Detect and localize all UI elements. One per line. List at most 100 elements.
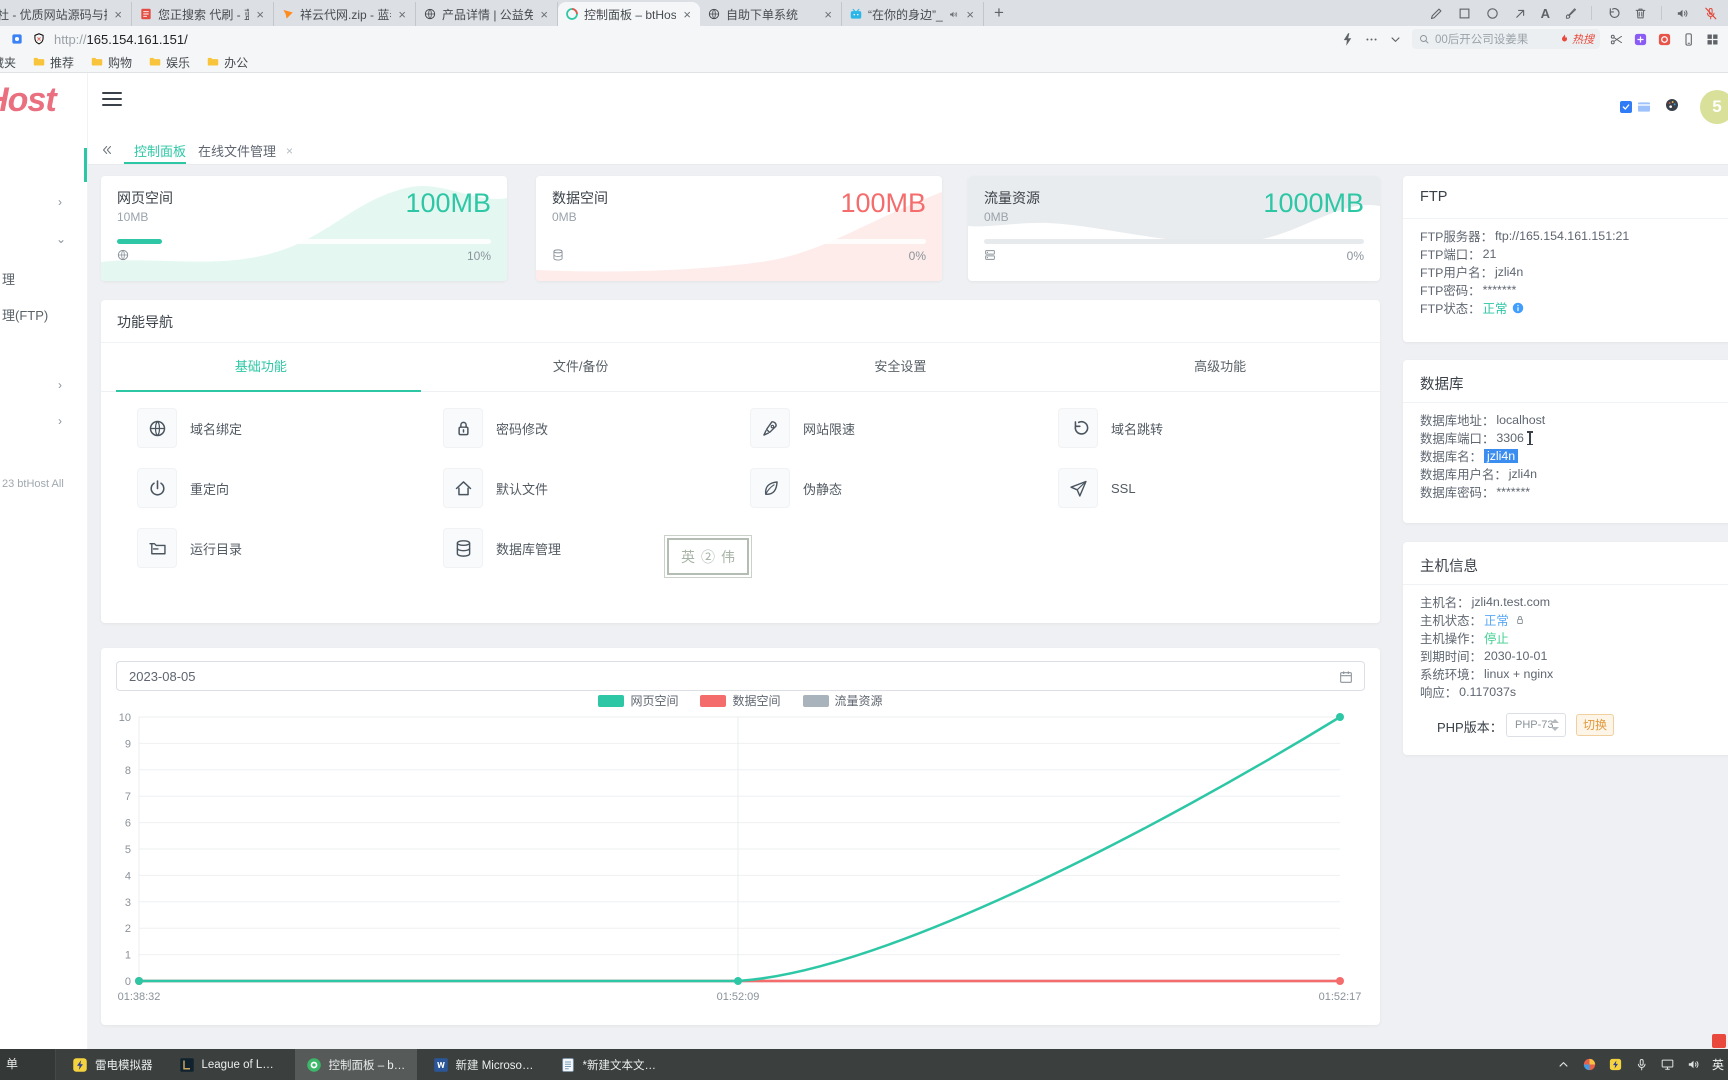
chevron-down-icon[interactable] [1388,32,1403,47]
date-picker-input[interactable]: 2023-08-05 [116,661,1365,691]
chevron-right-icon[interactable]: › [58,414,62,428]
phone-icon[interactable] [1681,32,1696,47]
taskbar-button[interactable]: 雷电模拟器 [61,1049,163,1080]
chevron-up-icon[interactable] [1556,1057,1571,1072]
feature-item[interactable]: 域名绑定 [137,408,242,448]
feature-item[interactable]: 重定向 [137,468,229,508]
taskbar-button[interactable]: 控制面板 – btHost... [295,1049,417,1080]
scissors-icon[interactable] [1609,32,1624,47]
tab-close-icon[interactable]: × [396,7,408,22]
text-tool-icon[interactable]: A [1541,6,1550,21]
mic-icon[interactable] [1634,1057,1649,1072]
info-circle-icon[interactable] [1511,301,1525,315]
taskbar-button[interactable]: League of Legends [168,1049,290,1080]
circle-shape-icon[interactable] [1485,6,1500,21]
purple-app-icon[interactable] [1633,32,1648,47]
search-input[interactable]: 00后开公司设姜果热搜 [1412,29,1600,49]
taskbar-button[interactable]: 新建 Microsoft W... [422,1049,544,1080]
page-tab-file-manager[interactable]: 在线文件管理× [198,141,295,160]
lightning-icon[interactable] [1340,32,1355,47]
taskbar-button[interactable]: *新建文本文档.txt -... [549,1049,671,1080]
browser-tab[interactable]: 产品详情 | 公益免费主机互联× [416,2,558,26]
logo[interactable]: btHost [0,81,88,125]
legend-item[interactable]: 数据空间 [700,692,780,709]
tab-close-icon[interactable]: × [112,7,124,22]
feature-tab[interactable]: 文件/备份 [421,356,741,375]
ld-mini-icon[interactable] [1608,1057,1623,1072]
url-text[interactable]: http://165.154.161.151/ [54,32,188,47]
bookmark-folder[interactable]: 购物 [90,54,132,71]
legend-item[interactable]: 流量资源 [803,692,883,709]
floating-widget[interactable] [1712,1034,1726,1048]
tab-close-icon[interactable]: × [964,7,976,22]
tab-close-icon[interactable]: × [254,7,266,22]
apps-grid-icon[interactable] [1705,32,1720,47]
bookmark-partial[interactable]: 藏夹 [0,54,16,71]
tab-close-icon[interactable]: × [538,7,550,22]
php-switch-button[interactable]: 切换 [1576,714,1614,736]
browser-tab[interactable]: 自助下单系统× [700,2,842,26]
site-app-icon[interactable] [10,32,24,46]
taskbar-partial-button[interactable]: 单 [0,1049,56,1080]
feature-tab[interactable]: 安全设置 [741,356,1061,375]
speaker-icon[interactable] [1675,6,1690,21]
feature-item[interactable]: 默认文件 [443,468,548,508]
date-value[interactable]: 2023-08-05 [129,662,196,692]
monitor-icon[interactable] [1660,1057,1675,1072]
speaker-icon[interactable] [1686,1057,1701,1072]
browser-tab[interactable]: 您正搜索 代刷 - 蓝校社× [132,2,274,26]
feature-item[interactable]: 域名跳转 [1058,408,1163,448]
feature-item[interactable]: 密码修改 [443,408,548,448]
browser-tab[interactable]: 控制面板 – btHost× [558,2,700,26]
ime-indicator[interactable]: 英 [1712,1056,1724,1073]
bookmark-folder[interactable]: 推荐 [32,54,74,71]
feature-item[interactable]: 数据库管理 [443,528,561,568]
chevron-right-icon[interactable]: › [58,378,62,392]
bookmark-folder[interactable]: 娱乐 [148,54,190,71]
tab-close-icon[interactable]: × [681,7,693,22]
menu-toggle-icon[interactable] [102,92,122,106]
feature-item[interactable]: SSL [1058,468,1136,508]
header-card-icon[interactable] [1636,99,1652,115]
database-icon [551,248,565,262]
tab-scroll-left-icon[interactable] [100,143,114,157]
mic-muted-icon[interactable] [1703,6,1718,21]
calendar-icon[interactable] [1338,669,1354,685]
header-badge-icon[interactable] [1618,99,1634,115]
more-icon[interactable] [1364,32,1379,47]
address-bar[interactable]: http://165.154.161.151/ 00后开公司设姜果热搜 [0,26,1728,52]
feature-tab[interactable]: 高级功能 [1060,356,1380,375]
feature-item[interactable]: 运行目录 [137,528,242,568]
square-shape-icon[interactable] [1457,6,1472,21]
browser-tab[interactable]: 社 - 优质网站源码与插× [0,2,132,26]
undo-icon[interactable] [1605,6,1620,21]
info-value[interactable]: 停止 [1484,629,1509,647]
sidebar-item-ftp[interactable]: 理(FTP) [2,305,48,324]
page-tab-dashboard[interactable]: 控制面板 [134,141,186,160]
feature-item[interactable]: 伪静态 [750,468,842,508]
hot-search-badge[interactable]: 热搜 [1558,31,1594,47]
security-shield-icon[interactable] [32,32,46,46]
php-version-select[interactable]: PHP-73 [1506,713,1566,737]
sidebar-item-manage[interactable]: 理 [2,269,15,288]
color-circle-icon[interactable] [1582,1057,1597,1072]
user-avatar[interactable]: 5 [1700,90,1728,124]
red-app-icon[interactable] [1657,32,1672,47]
browser-tab[interactable]: 祥云代网.zip - 蓝奏云× [274,2,416,26]
brush-icon[interactable] [1563,6,1578,21]
tab-audio-icon[interactable] [948,9,959,20]
browser-tab[interactable]: “在你的身边”_哔哩哔哩_b× [842,2,984,26]
feature-item[interactable]: 网站限速 [750,408,855,448]
pencil-icon[interactable] [1429,6,1444,21]
close-tab-icon[interactable]: × [284,144,295,158]
theme-palette-icon[interactable] [1664,97,1680,113]
tab-close-icon[interactable]: × [822,7,834,22]
bookmark-folder[interactable]: 办公 [206,54,248,71]
chevron-down-icon[interactable]: ⌄ [56,232,66,246]
feature-tab[interactable]: 基础功能 [101,356,421,375]
trash-icon[interactable] [1633,6,1648,21]
legend-item[interactable]: 网页空间 [598,692,678,709]
new-tab-button[interactable]: + [994,2,1004,24]
chevron-right-icon[interactable]: › [58,195,62,209]
arrow-icon[interactable] [1513,6,1528,21]
